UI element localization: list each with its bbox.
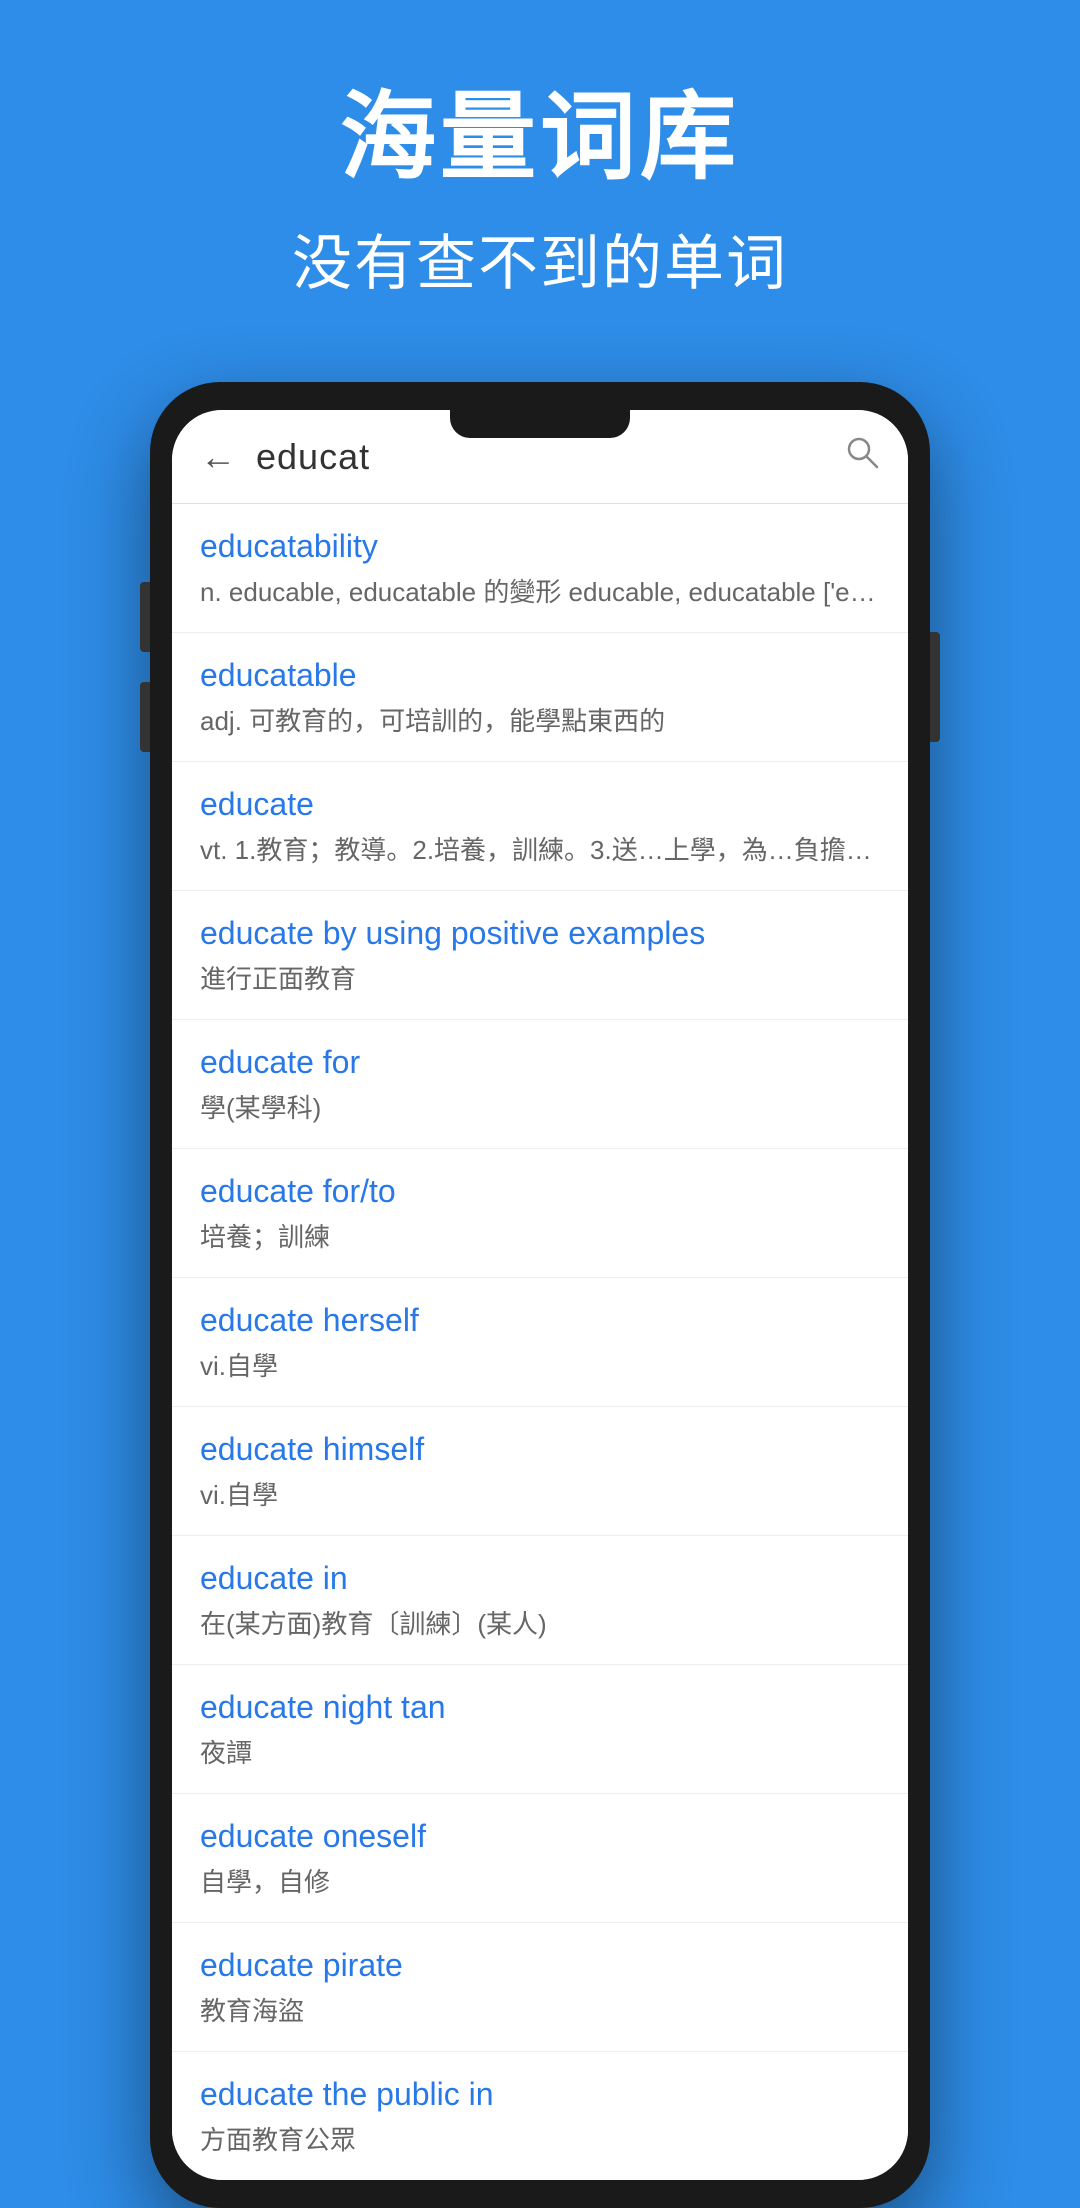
result-term: educate [200,784,880,826]
result-definition: 培養；訓練 [200,1219,880,1255]
result-term: educate for [200,1042,880,1084]
result-term: educate by using positive examples [200,913,880,955]
result-item[interactable]: educate herself vi.自學 [172,1278,908,1407]
result-definition: vt. 1.教育；教導。2.培養，訓練。3.送…上學，為…負擔學費。 n... [200,832,880,868]
result-definition: 夜譚 [200,1735,880,1771]
results-list: educatability n. educable, educatable 的變形… [172,504,908,2180]
result-definition: vi.自學 [200,1348,880,1384]
result-definition: 學(某學科) [200,1090,880,1126]
back-button[interactable]: ← [200,436,236,478]
result-item[interactable]: educate himself vi.自學 [172,1407,908,1536]
result-item[interactable]: educatable adj. 可教育的，可培訓的，能學點東西的 [172,633,908,762]
header-title: 海量词库 [40,80,1040,195]
header-subtitle: 没有查不到的单词 [40,215,1040,302]
result-item[interactable]: educate vt. 1.教育；教導。2.培養，訓練。3.送…上學，為…負擔學費… [172,762,908,891]
result-item[interactable]: educatability n. educable, educatable 的變形… [172,504,908,633]
result-term: educate pirate [200,1945,880,1987]
result-item[interactable]: educate oneself 自學，自修 [172,1794,908,1923]
result-item[interactable]: educate in 在(某方面)教育〔訓練〕(某人) [172,1536,908,1665]
phone-screen: ← educat educatability n. educable, educa… [172,410,908,2180]
result-definition: 方面教育公眾 [200,2122,880,2158]
result-definition: 自學，自修 [200,1864,880,1900]
result-definition: 進行正面教育 [200,961,880,997]
result-term: educate in [200,1558,880,1600]
result-item[interactable]: educate by using positive examples 進行正面教育 [172,891,908,1020]
phone-wrapper: ← educat educatability n. educable, educa… [150,382,930,2208]
result-term: educatable [200,655,880,697]
search-icon[interactable] [844,434,880,479]
result-item[interactable]: educate for/to 培養；訓練 [172,1149,908,1278]
phone-notch [450,410,630,438]
result-definition: 教育海盜 [200,1993,880,2029]
result-item[interactable]: educate for 學(某學科) [172,1020,908,1149]
result-term: educate the public in [200,2074,880,2116]
result-term: educate for/to [200,1171,880,1213]
result-definition: n. educable, educatable 的變形 educable, ed… [200,574,880,610]
result-item[interactable]: educate the public in 方面教育公眾 [172,2052,908,2180]
result-definition: vi.自學 [200,1477,880,1513]
result-term: educate night tan [200,1687,880,1729]
phone-frame: ← educat educatability n. educable, educa… [150,382,930,2208]
result-definition: 在(某方面)教育〔訓練〕(某人) [200,1606,880,1642]
result-term: educatability [200,526,880,568]
side-button-volume-down [140,682,150,752]
result-term: educate himself [200,1429,880,1471]
result-term: educate oneself [200,1816,880,1858]
header-section: 海量词库 没有查不到的单词 [0,0,1080,342]
side-button-power [930,632,940,742]
result-definition: adj. 可教育的，可培訓的，能學點東西的 [200,703,880,739]
search-input[interactable]: educat [256,436,824,478]
side-button-volume-up [140,582,150,652]
result-item[interactable]: educate night tan 夜譚 [172,1665,908,1794]
result-term: educate herself [200,1300,880,1342]
result-item[interactable]: educate pirate 教育海盜 [172,1923,908,2052]
